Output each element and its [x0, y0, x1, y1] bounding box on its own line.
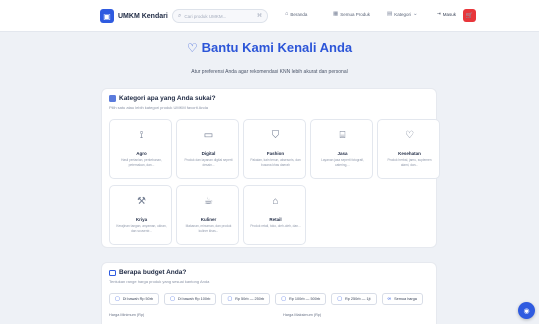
category-card-kesehatan[interactable]: ♡ Kesehatan Produk herbal, jamu, supleme…	[377, 119, 440, 179]
briefcase-icon: ⌸	[339, 130, 346, 141]
heart-pulse-icon: ♡	[186, 40, 198, 55]
search-box[interactable]: ⌕ ⌘	[172, 9, 268, 23]
category-section-title-text: Kategori apa yang Anda sukai?	[119, 95, 216, 102]
home-icon: ⌂	[285, 11, 289, 17]
category-desc: Produk dan layanan digital seperti desai…	[184, 158, 233, 167]
search-shortcut-icon: ⌘	[257, 13, 262, 19]
sprout-icon: ⟟	[139, 130, 144, 141]
nav-semua-produk[interactable]: ▦ Semua Produk	[333, 11, 370, 17]
budget-option[interactable]: ▢ Rp 50rb — 250rb	[221, 293, 271, 305]
store-icon: ⌂	[272, 196, 279, 207]
budget-option-label: Di bawah Rp 100rb	[177, 297, 211, 301]
tag-icon: ▢	[281, 296, 286, 302]
budget-option-label: Rp 250rb — 1jt	[344, 297, 371, 301]
brand[interactable]: ▣ UMKM Kendari	[100, 8, 168, 24]
budget-option[interactable]: ▢ Di bawah Rp 50rb	[109, 293, 160, 305]
nav-semua-produk-label: Semua Produk	[340, 11, 370, 17]
wallet-icon	[109, 269, 116, 276]
budget-option-label: Di bawah Rp 50rb	[122, 297, 154, 301]
category-section-icon	[109, 95, 116, 102]
category-card-retail[interactable]: ⌂ Retail Produk retail, toko, oleh-oleh,…	[243, 185, 306, 245]
store-logo-icon: ▣	[100, 9, 114, 23]
grid-icon: ▦	[333, 11, 339, 17]
category-desc: Produk herbal, jamu, suplemen alami, dan…	[387, 158, 432, 167]
laptop-icon: ▭	[203, 130, 214, 141]
nav-kategori-label: Kategori	[394, 11, 411, 17]
cart-icon: 🛒	[465, 13, 474, 19]
page-subtitle: Atur preferensi Anda agar rekomendasi KN…	[191, 69, 348, 75]
budget-option-label: Rp 50rb — 250rb	[235, 297, 265, 301]
category-desc: Produk retail, toko, oleh-oleh, dan...	[250, 224, 301, 228]
category-card-fashion[interactable]: ⛉ Fashion Pakaian, kain tenun, aksesoris…	[243, 119, 306, 179]
category-desc: Layanan jasa seperti fotografi, catering…	[321, 158, 364, 167]
category-section-title: Kategori apa yang Anda sukai?	[109, 95, 216, 102]
category-name: Agro	[136, 151, 147, 156]
login-icon: ⇥	[437, 11, 441, 16]
category-card-jasa[interactable]: ⌸ Jasa Layanan jasa seperti fotografi, c…	[310, 119, 373, 179]
tag-icon: ▢	[337, 296, 342, 302]
category-card-kuliner[interactable]: ☕ Kuliner Makanan, minuman, dan produk k…	[176, 185, 239, 245]
budget-option-label: Rp 100rb — 500rb	[289, 297, 321, 301]
budget-option[interactable]: ▢ Di bawah Rp 100rb	[164, 293, 217, 305]
category-name: Fashion	[266, 151, 285, 156]
budget-option[interactable]: ▢ Rp 250rb — 1jt	[331, 293, 377, 305]
tag-icon: ▢	[115, 296, 120, 302]
budget-option[interactable]: ∞ Semua harga	[381, 293, 423, 305]
category-card-agro[interactable]: ⟟ Agro Hasil pertanian, perkebunan, pete…	[109, 119, 172, 179]
category-card-kriya[interactable]: ⚒ Kriya Kerajinan tangan, anyaman, ukira…	[109, 185, 172, 245]
chevron-down-icon: ⌄	[412, 11, 418, 17]
nav-beranda-label: Beranda	[290, 11, 308, 17]
brand-name: UMKM Kendari	[118, 12, 168, 20]
budget-section-title-text: Berapa budget Anda?	[119, 269, 187, 276]
nav-beranda[interactable]: ⌂ Beranda	[285, 11, 307, 17]
category-icon: ▤	[387, 11, 393, 17]
budget-section-title: Berapa budget Anda?	[109, 269, 186, 276]
budget-section: Berapa budget Anda? Tentukan range harga…	[101, 262, 437, 324]
chat-icon: ◉	[523, 307, 530, 315]
category-name: Jasa	[337, 151, 348, 156]
login-label: Masuk	[442, 11, 457, 17]
category-desc: Hasil pertanian, perkebunan, peternakan,…	[121, 158, 162, 167]
max-price-label: Harga Maksimum (Rp)	[283, 313, 322, 317]
category-card-digital[interactable]: ▭ Digital Produk dan layanan digital sep…	[176, 119, 239, 179]
cart-button[interactable]: 🛒	[463, 9, 476, 22]
cup-icon: ☕	[204, 196, 213, 207]
category-name: Kuliner	[200, 217, 217, 222]
category-name: Kriya	[135, 217, 148, 222]
category-section-subtitle: Pilih satu atau lebih kategori produk UM…	[109, 105, 208, 110]
min-price-label: Harga Minimum (Rp)	[109, 313, 145, 317]
budget-option[interactable]: ▢ Rp 100rb — 500rb	[275, 293, 327, 305]
top-navbar: ▣ UMKM Kendari ⌕ ⌘ ⌂ Beranda ▦ Semua Pro…	[0, 0, 539, 32]
category-name: Digital	[201, 151, 216, 156]
category-desc: Makanan, minuman, dan produk kuliner kha…	[185, 224, 232, 233]
category-desc: Kerajinan tangan, anyaman, ukiran, dan s…	[116, 224, 167, 233]
search-icon: ⌕	[178, 12, 182, 19]
tag-icon: ▢	[227, 296, 233, 302]
infinity-icon: ∞	[387, 296, 392, 302]
budget-option-label: Semua harga	[394, 297, 417, 301]
login-button[interactable]: ⇥ Masuk	[437, 11, 456, 17]
page-title-text: Bantu Kami Kenali Anda	[201, 40, 353, 55]
category-section: Kategori apa yang Anda sukai? Pilih satu…	[101, 88, 440, 248]
category-name: Retail	[269, 217, 282, 222]
shirt-icon: ⛉	[271, 130, 280, 141]
page-title: ♡ Bantu Kami Kenali Anda	[0, 40, 539, 55]
category-desc: Pakaian, kain tenun, aksesoris, dan busa…	[250, 158, 301, 167]
hero: ♡ Bantu Kami Kenali Anda Atur preferensi…	[0, 40, 539, 75]
nav-kategori[interactable]: ▤ Kategori ⌄	[387, 11, 418, 17]
hammer-icon: ⚒	[137, 196, 146, 207]
chat-fab-button[interactable]: ◉	[518, 302, 535, 319]
category-name: Kesehatan	[398, 151, 421, 156]
budget-options: ▢ Di bawah Rp 50rb ▢ Di bawah Rp 100rb ▢ Rp…	[109, 293, 423, 305]
budget-section-subtitle: Tentukan range harga produk yang sesuai …	[109, 279, 210, 284]
search-input[interactable]	[184, 13, 254, 19]
tag-icon: ▢	[170, 296, 175, 302]
heart-pulse-icon: ♡	[405, 130, 414, 141]
